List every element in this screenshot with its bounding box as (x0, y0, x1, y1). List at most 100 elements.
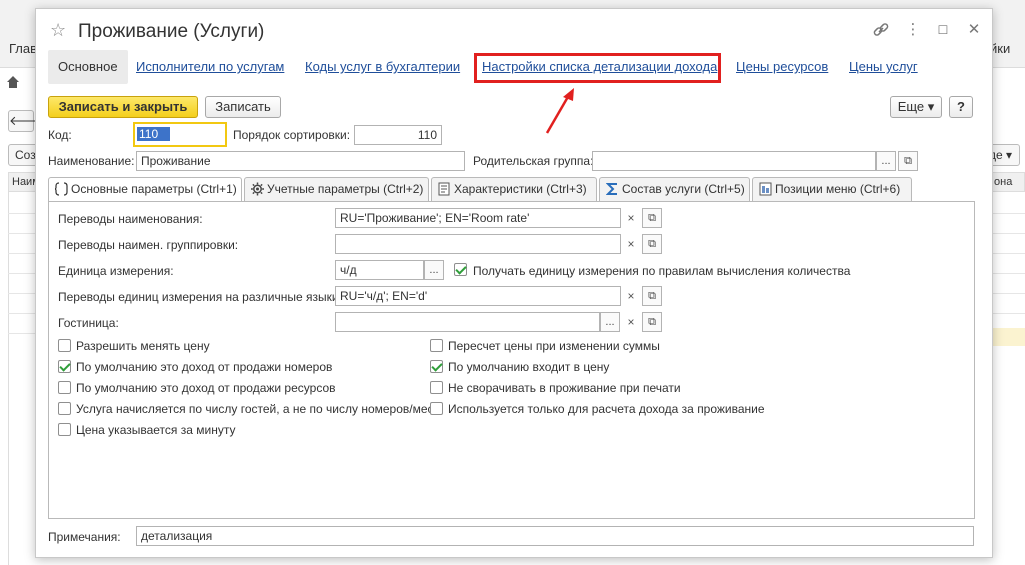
unit-label: Единица измерения: (58, 264, 174, 278)
save-button[interactable]: Записать (205, 96, 281, 118)
background-row-divider (8, 253, 36, 254)
nav-resource-prices[interactable]: Цены ресурсов (736, 50, 828, 84)
code-field[interactable]: 110 (133, 122, 227, 147)
group-translations-open-button[interactable]: ⧉ (642, 234, 662, 254)
clear-icon[interactable]: × (621, 234, 641, 254)
default-room-income-checkbox[interactable] (58, 360, 71, 373)
sigma-icon (606, 183, 617, 195)
name-label: Наименование: (48, 154, 135, 168)
annotation-arrow (545, 88, 574, 134)
tab-service-composition[interactable]: Состав услуги (Ctrl+5) (599, 177, 750, 201)
tab-menu-positions[interactable]: Позиции меню (Ctrl+6) (752, 177, 912, 201)
recalc-price-checkbox[interactable] (430, 339, 443, 352)
name-translations-field[interactable]: RU='Проживание'; EN='Room rate' (335, 208, 621, 228)
background-row-divider (8, 313, 36, 314)
background-row-divider (990, 273, 1025, 274)
star-icon[interactable]: ☆ (50, 21, 68, 39)
link-icon[interactable] (872, 21, 890, 39)
sort-order-field[interactable]: 110 (354, 125, 442, 145)
no-collapse-print-label: Не сворачивать в проживание при печати (448, 381, 681, 395)
more-vertical-icon[interactable]: ⋮ (904, 21, 922, 39)
background-divider (8, 172, 9, 565)
notes-field[interactable]: детализация (136, 526, 974, 546)
name-field[interactable]: Проживание (136, 151, 465, 171)
unit-field[interactable]: ч/д (335, 260, 424, 280)
unit-translations-field[interactable]: RU='ч/д'; EN='d' (335, 286, 621, 306)
parent-group-select-button[interactable]: ... (876, 151, 896, 171)
back-button[interactable]: 🡐 (8, 110, 44, 132)
unit-translations-open-button[interactable]: ⧉ (642, 286, 662, 306)
tab-characteristics[interactable]: Характеристики (Ctrl+3) (431, 177, 597, 201)
group-translations-label: Переводы наимен. группировки: (58, 238, 239, 252)
tab-main-params[interactable]: Основные параметры (Ctrl+1) (48, 177, 242, 202)
charge-per-guest-checkbox[interactable] (58, 402, 71, 415)
only-accommodation-income-checkbox[interactable] (430, 402, 443, 415)
tab-main-params-label: Основные параметры (Ctrl+1) (71, 182, 237, 196)
parent-group-label: Родительская группа: (473, 154, 594, 168)
document-icon (438, 182, 450, 196)
unit-select-button[interactable]: ... (424, 260, 444, 280)
default-resource-income-checkbox[interactable] (58, 381, 71, 394)
background-column-header-name[interactable]: Наим (8, 172, 36, 192)
hotel-select-button[interactable]: ... (600, 312, 620, 332)
home-icon[interactable] (6, 75, 20, 89)
charge-per-guest-label: Услуга начисляется по числу гостей, а не… (76, 402, 440, 416)
more-button[interactable]: Еще ▾ (890, 96, 942, 118)
clear-icon[interactable]: × (621, 208, 641, 228)
background-main-section-label[interactable]: Глав (9, 41, 37, 56)
background-row-divider (8, 273, 36, 274)
maximize-icon[interactable]: ☐ (934, 21, 952, 39)
nav-accounting-codes[interactable]: Коды услуг в бухгалтерии (305, 50, 460, 84)
background-row-divider (990, 213, 1025, 214)
unit-rule-checkbox[interactable] (454, 263, 467, 276)
default-resource-income-label: По умолчанию это доход от продажи ресурс… (76, 381, 336, 395)
nav-service-performers[interactable]: Исполнители по услугам (136, 50, 284, 84)
background-settings-label[interactable]: йки (990, 41, 1010, 56)
gear-icon (251, 182, 264, 196)
hotel-open-button[interactable]: ⧉ (642, 312, 662, 332)
recalc-price-label: Пересчет цены при изменении суммы (448, 339, 660, 353)
service-dialog: ☆ Проживание (Услуги) ⋮ ☐ ✕ Основное Исп… (35, 8, 993, 558)
background-column-header-right[interactable]: она (990, 172, 1025, 192)
only-accommodation-income-label: Используется только для расчета дохода з… (448, 402, 765, 416)
hotel-field[interactable] (335, 312, 600, 332)
background-row-divider (8, 233, 36, 234)
parent-group-field[interactable] (592, 151, 876, 171)
code-label: Код: (48, 128, 72, 142)
tab-service-composition-label: Состав услуги (Ctrl+5) (622, 182, 745, 196)
clear-icon[interactable]: × (621, 312, 641, 332)
notes-label: Примечания: (48, 530, 121, 544)
allow-price-change-checkbox[interactable] (58, 339, 71, 352)
background-row-divider (990, 293, 1025, 294)
default-room-income-label: По умолчанию это доход от продажи номеро… (76, 360, 333, 374)
highlight-frame (474, 53, 721, 83)
background-row-divider (8, 333, 36, 334)
included-in-price-label: По умолчанию входит в цену (448, 360, 610, 374)
background-row-divider (990, 253, 1025, 254)
code-value: 110 (137, 127, 171, 141)
brackets-icon (55, 182, 68, 196)
no-collapse-print-checkbox[interactable] (430, 381, 443, 394)
group-translations-field[interactable] (335, 234, 621, 254)
tab-menu-positions-label: Позиции меню (Ctrl+6) (775, 182, 901, 196)
included-in-price-checkbox[interactable] (430, 360, 443, 373)
parent-group-open-button[interactable]: ⧉ (898, 151, 918, 171)
sort-order-label: Порядок сортировки: (233, 128, 351, 142)
help-button[interactable]: ? (949, 96, 973, 118)
unit-translations-label: Переводы единиц измерения на различные я… (58, 290, 342, 304)
save-and-close-button[interactable]: Записать и закрыть (48, 96, 198, 118)
nav-main[interactable]: Основное (48, 50, 128, 84)
unit-rule-label: Получать единицу измерения по правилам в… (473, 264, 851, 278)
close-icon[interactable]: ✕ (965, 21, 983, 39)
clear-icon[interactable]: × (621, 286, 641, 306)
background-row-divider (8, 213, 36, 214)
menu-icon (759, 182, 772, 196)
dialog-title: Проживание (Услуги) (78, 21, 265, 42)
background-row-divider (990, 233, 1025, 234)
nav-service-prices[interactable]: Цены услуг (849, 50, 918, 84)
price-per-minute-checkbox[interactable] (58, 423, 71, 436)
tab-accounting-params[interactable]: Учетные параметры (Ctrl+2) (244, 177, 429, 201)
tab-characteristics-label: Характеристики (Ctrl+3) (454, 182, 587, 196)
background-selected-row[interactable] (990, 328, 1025, 346)
name-translations-open-button[interactable]: ⧉ (642, 208, 662, 228)
